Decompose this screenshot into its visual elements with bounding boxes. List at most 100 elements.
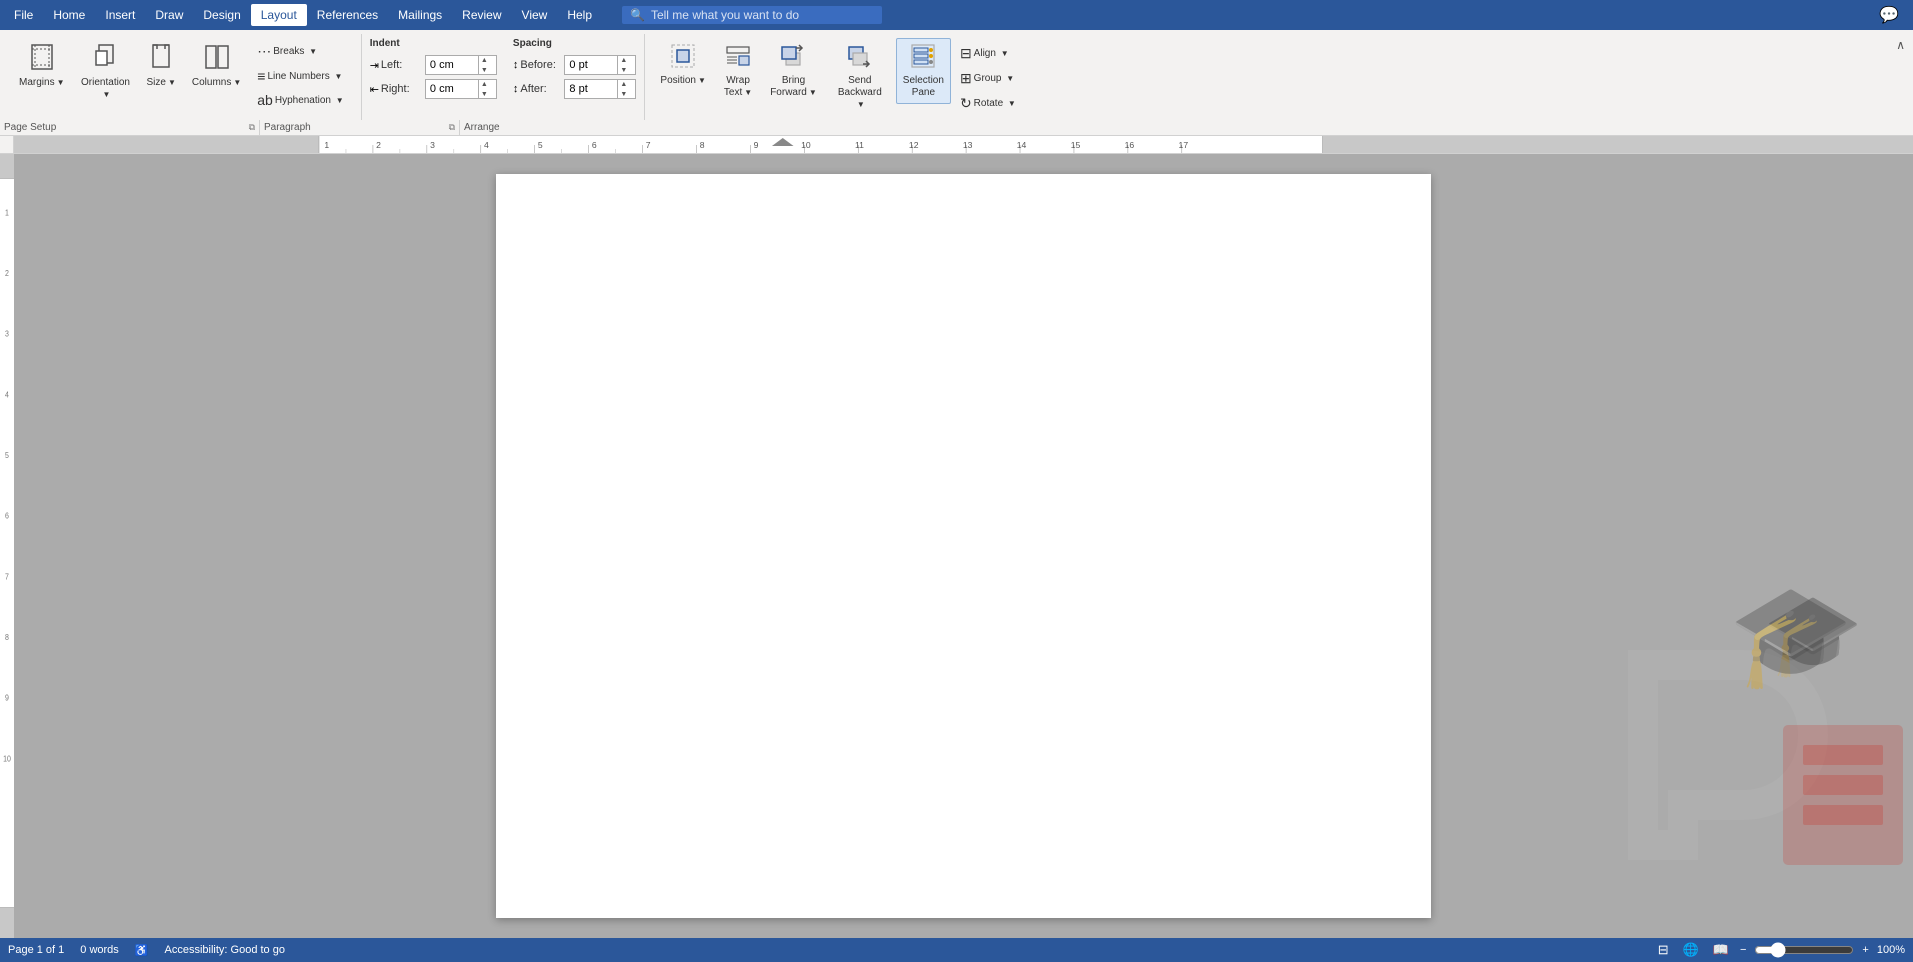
menu-help[interactable]: Help <box>557 4 602 26</box>
rotate-button[interactable]: ↻ Rotate ▼ <box>955 92 1021 115</box>
page-content[interactable] <box>496 174 1431 874</box>
paragraph-section-label: Paragraph ⧉ <box>260 120 460 135</box>
status-bar-left: Page 1 of 1 0 words ♿ Accessibility: Goo… <box>8 944 285 957</box>
indent-right-down[interactable]: ▼ <box>479 89 490 99</box>
bring-forward-button[interactable]: BringForward▼ <box>763 38 824 104</box>
menu-view[interactable]: View <box>512 4 558 26</box>
svg-text:5: 5 <box>5 450 9 460</box>
breaks-label: Breaks ▼ <box>273 46 317 57</box>
selection-pane-button[interactable]: SelectionPane <box>896 38 951 104</box>
align-button[interactable]: ⊟ Align ▼ <box>955 42 1021 65</box>
orientation-label: Orientation▼ <box>81 77 131 101</box>
indent-right-arrow-icon: ⇤ <box>370 83 379 96</box>
page-setup-dialog-launcher[interactable]: ⧉ <box>249 122 255 133</box>
align-label: Align ▼ <box>974 48 1009 59</box>
indent-right-up[interactable]: ▲ <box>479 79 490 89</box>
svg-text:13: 13 <box>963 140 973 150</box>
zoom-minus-icon[interactable]: − <box>1740 944 1746 956</box>
ribbon-group-arrange: Position▼ Wrap <box>645 34 1028 120</box>
breaks-button[interactable]: ⋯ Breaks ▼ <box>252 40 348 63</box>
columns-icon <box>203 43 231 75</box>
document-canvas[interactable]: 🎓 🎓 <box>14 154 1913 938</box>
v-ruler-active: 1 2 3 4 5 6 7 8 9 10 <box>0 179 14 908</box>
spacing-before-input[interactable]: ▲ ▼ <box>564 55 636 75</box>
search-bar[interactable]: 🔍 Tell me what you want to do <box>622 6 882 24</box>
accessibility-icon: ♿ <box>135 944 149 957</box>
svg-text:7: 7 <box>5 572 9 582</box>
accessibility-text: Accessibility: Good to go <box>165 944 285 956</box>
selection-pane-label: SelectionPane <box>903 75 944 99</box>
indent-left-row: ⇥ Left: ▲ ▼ <box>370 55 497 75</box>
menu-review[interactable]: Review <box>452 4 511 26</box>
indent-left-down[interactable]: ▼ <box>479 65 490 75</box>
wrap-text-button[interactable]: WrapText▼ <box>717 38 759 104</box>
spacing-after-value[interactable] <box>565 83 617 95</box>
search-icon: 🔍 <box>630 8 645 22</box>
print-layout-view-button[interactable]: ⊟ <box>1655 942 1672 958</box>
spacing-after-down[interactable]: ▼ <box>618 89 629 99</box>
send-backward-button[interactable]: SendBackward▼ <box>828 38 892 116</box>
ribbon-group-page-setup: Margins▼ Orientation▼ <box>4 34 362 120</box>
page-setup-content: Margins▼ Orientation▼ <box>12 38 349 116</box>
page-setup-section-label: Page Setup ⧉ <box>0 120 260 135</box>
spacing-after-input[interactable]: ▲ ▼ <box>564 79 636 99</box>
ruler-container: 1 2 3 4 5 6 7 8 9 <box>0 136 1913 154</box>
position-icon <box>670 43 696 73</box>
chat-icon[interactable]: 💬 <box>1869 1 1909 29</box>
zoom-slider[interactable] <box>1754 942 1854 958</box>
spacing-before-up[interactable]: ▲ <box>618 55 629 65</box>
spacing-after-up[interactable]: ▲ <box>618 79 629 89</box>
line-numbers-button[interactable]: ≡ Line Numbers ▼ <box>252 65 348 87</box>
size-button[interactable]: Size▼ <box>140 38 183 94</box>
menu-draw[interactable]: Draw <box>145 4 193 26</box>
svg-text:12: 12 <box>909 140 919 150</box>
spacing-before-row: ↕ Before: ▲ ▼ <box>513 55 637 75</box>
svg-text:17: 17 <box>1179 140 1189 150</box>
menu-file[interactable]: File <box>4 4 43 26</box>
menu-bar: File Home Insert Draw Design Layout Refe… <box>0 0 1913 30</box>
section-labels: Page Setup ⧉ Paragraph ⧉ Arrange <box>0 120 1913 135</box>
app-container: File Home Insert Draw Design Layout Refe… <box>0 0 1913 962</box>
indent-left-arrow-icon: ⇥ <box>370 59 379 72</box>
size-icon <box>147 43 175 75</box>
web-layout-view-button[interactable]: 🌐 <box>1680 942 1702 958</box>
status-bar-right: ⊟ 🌐 📖 − + 100% <box>1655 942 1905 958</box>
svg-text:2: 2 <box>376 140 381 150</box>
spacing-col: Spacing ↕ Before: ▲ <box>513 38 637 99</box>
group-button[interactable]: ⊞ Group ▼ <box>955 67 1021 90</box>
read-mode-button[interactable]: 📖 <box>1710 942 1732 958</box>
watermark-graduation-icon: 🎓 <box>1763 588 1863 682</box>
ribbon-groups: Margins▼ Orientation▼ <box>0 34 1913 120</box>
indent-right-input[interactable]: ▲ ▼ <box>425 79 497 99</box>
indent-right-value[interactable] <box>426 83 478 95</box>
ribbon-collapse-button[interactable]: ∧ <box>1896 38 1905 52</box>
hyphenation-button[interactable]: ab Hyphenation ▼ <box>252 89 348 111</box>
menu-references[interactable]: References <box>307 4 388 26</box>
svg-text:6: 6 <box>5 511 9 521</box>
columns-button[interactable]: Columns▼ <box>185 38 248 94</box>
menu-insert[interactable]: Insert <box>95 4 145 26</box>
menu-mailings[interactable]: Mailings <box>388 4 452 26</box>
spacing-after-spinners: ▲ ▼ <box>617 79 629 99</box>
menu-layout[interactable]: Layout <box>251 4 307 26</box>
watermark-cap-icon: 🎓 <box>1728 578 1853 695</box>
hyphenation-icon: ab <box>257 92 273 108</box>
paragraph-dialog-launcher[interactable]: ⧉ <box>449 122 455 133</box>
menu-design[interactable]: Design <box>193 4 250 26</box>
zoom-plus-icon[interactable]: + <box>1862 944 1868 956</box>
menu-home[interactable]: Home <box>43 4 95 26</box>
indent-left-input[interactable]: ▲ ▼ <box>425 55 497 75</box>
orientation-button[interactable]: Orientation▼ <box>74 38 138 106</box>
position-button[interactable]: Position▼ <box>653 38 713 92</box>
indent-left-up[interactable]: ▲ <box>479 55 490 65</box>
bring-forward-icon <box>780 43 806 73</box>
rotate-label: Rotate ▼ <box>974 98 1016 109</box>
spacing-before-down[interactable]: ▼ <box>618 65 629 75</box>
margins-button[interactable]: Margins▼ <box>12 38 72 94</box>
watermark-logo <box>1623 645 1903 868</box>
ribbon: Margins▼ Orientation▼ <box>0 30 1913 136</box>
indent-left-value[interactable] <box>426 59 478 71</box>
spacing-before-value[interactable] <box>565 59 617 71</box>
wrap-text-icon <box>725 43 751 73</box>
columns-label: Columns▼ <box>192 77 241 89</box>
